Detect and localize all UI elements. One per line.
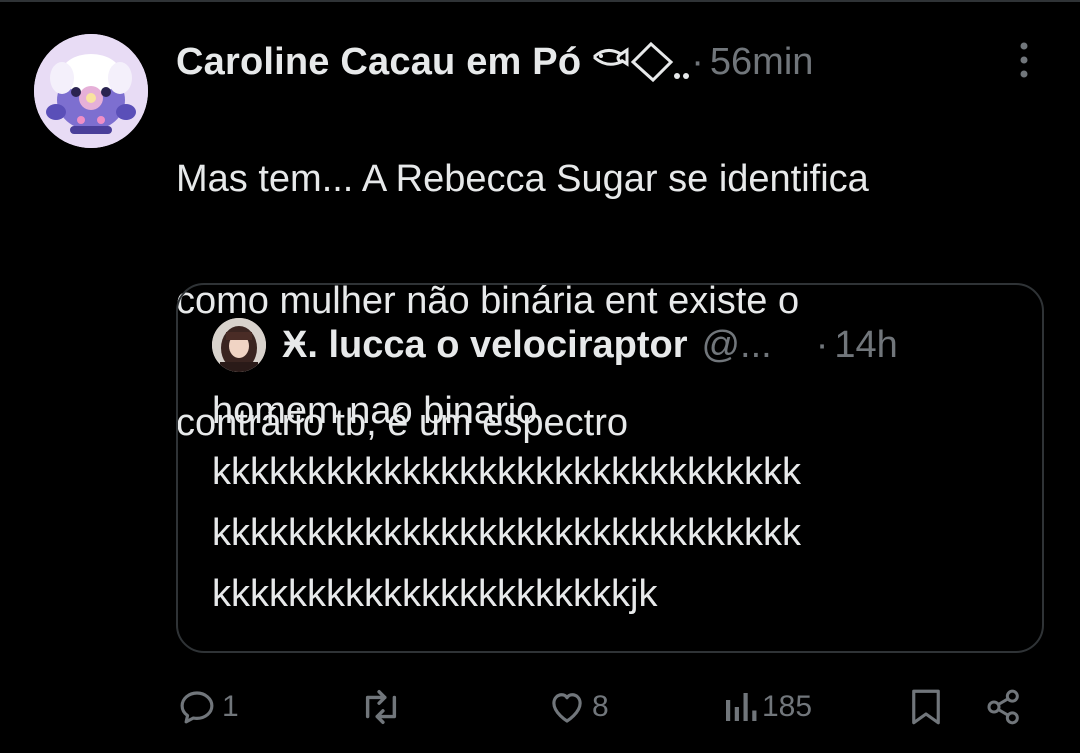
tweet-action-bar: 1 8 185 xyxy=(0,675,1080,739)
bookmark-icon xyxy=(912,689,940,725)
quoted-tweet-header: Ӿ. lucca o velociraptor @... · 14h xyxy=(282,317,1022,373)
quoted-header-separator: · xyxy=(815,323,829,366)
quoted-tweet-time[interactable]: 14h xyxy=(834,324,897,367)
reply-icon xyxy=(180,691,214,724)
top-divider xyxy=(0,0,1080,2)
like-button[interactable]: 8 xyxy=(546,675,609,739)
quoted-text-line: kkkkkkkkkkkkkkkkkkkkkkkkkkkkkkk xyxy=(212,451,801,493)
retweet-button[interactable] xyxy=(358,675,408,739)
like-count: 8 xyxy=(592,690,609,723)
author-name[interactable]: Caroline Cacau em Pó xyxy=(176,41,581,84)
views-icon xyxy=(726,693,757,721)
views-button[interactable]: 185 xyxy=(722,675,812,739)
quoted-text-line: kkkkkkkkkkkkkkkkkkkkkkjk xyxy=(212,573,658,615)
tweet-header: Caroline Cacau em Pó · 56min xyxy=(176,34,1056,90)
views-count: 185 xyxy=(762,690,813,723)
quoted-tweet-text: homem nao binario kkkkkkkkkkkkkkkkkkkkkk… xyxy=(212,381,1032,625)
quoted-text-line: homem nao binario xyxy=(212,390,538,432)
heart-icon xyxy=(552,693,582,723)
retweet-icon xyxy=(365,690,397,724)
quoted-author-name[interactable]: Ӿ. lucca o velociraptor xyxy=(282,324,687,367)
tweet-text-line: Mas tem... A Rebecca Sugar se identifica xyxy=(176,158,869,200)
author-avatar[interactable] xyxy=(34,34,148,148)
fish-diamond-emoji-icon xyxy=(593,41,690,83)
more-icon xyxy=(1020,42,1028,78)
quoted-text-line: kkkkkkkkkkkkkkkkkkkkkkkkkkkkkkk xyxy=(212,512,801,554)
quoted-tweet-card[interactable]: Ӿ. lucca o velociraptor @... · 14h homem… xyxy=(176,283,1044,653)
reply-count: 1 xyxy=(222,690,239,723)
quoted-author-avatar[interactable] xyxy=(212,318,266,372)
quoted-author-handle[interactable]: @... xyxy=(701,324,771,367)
share-icon xyxy=(987,689,1019,725)
share-button[interactable] xyxy=(984,675,1024,739)
header-separator: · xyxy=(691,40,704,83)
tweet-time[interactable]: 56min xyxy=(710,41,814,84)
reply-button[interactable]: 1 xyxy=(176,675,239,739)
bookmark-button[interactable] xyxy=(908,675,944,739)
more-options-button[interactable] xyxy=(1012,40,1036,80)
